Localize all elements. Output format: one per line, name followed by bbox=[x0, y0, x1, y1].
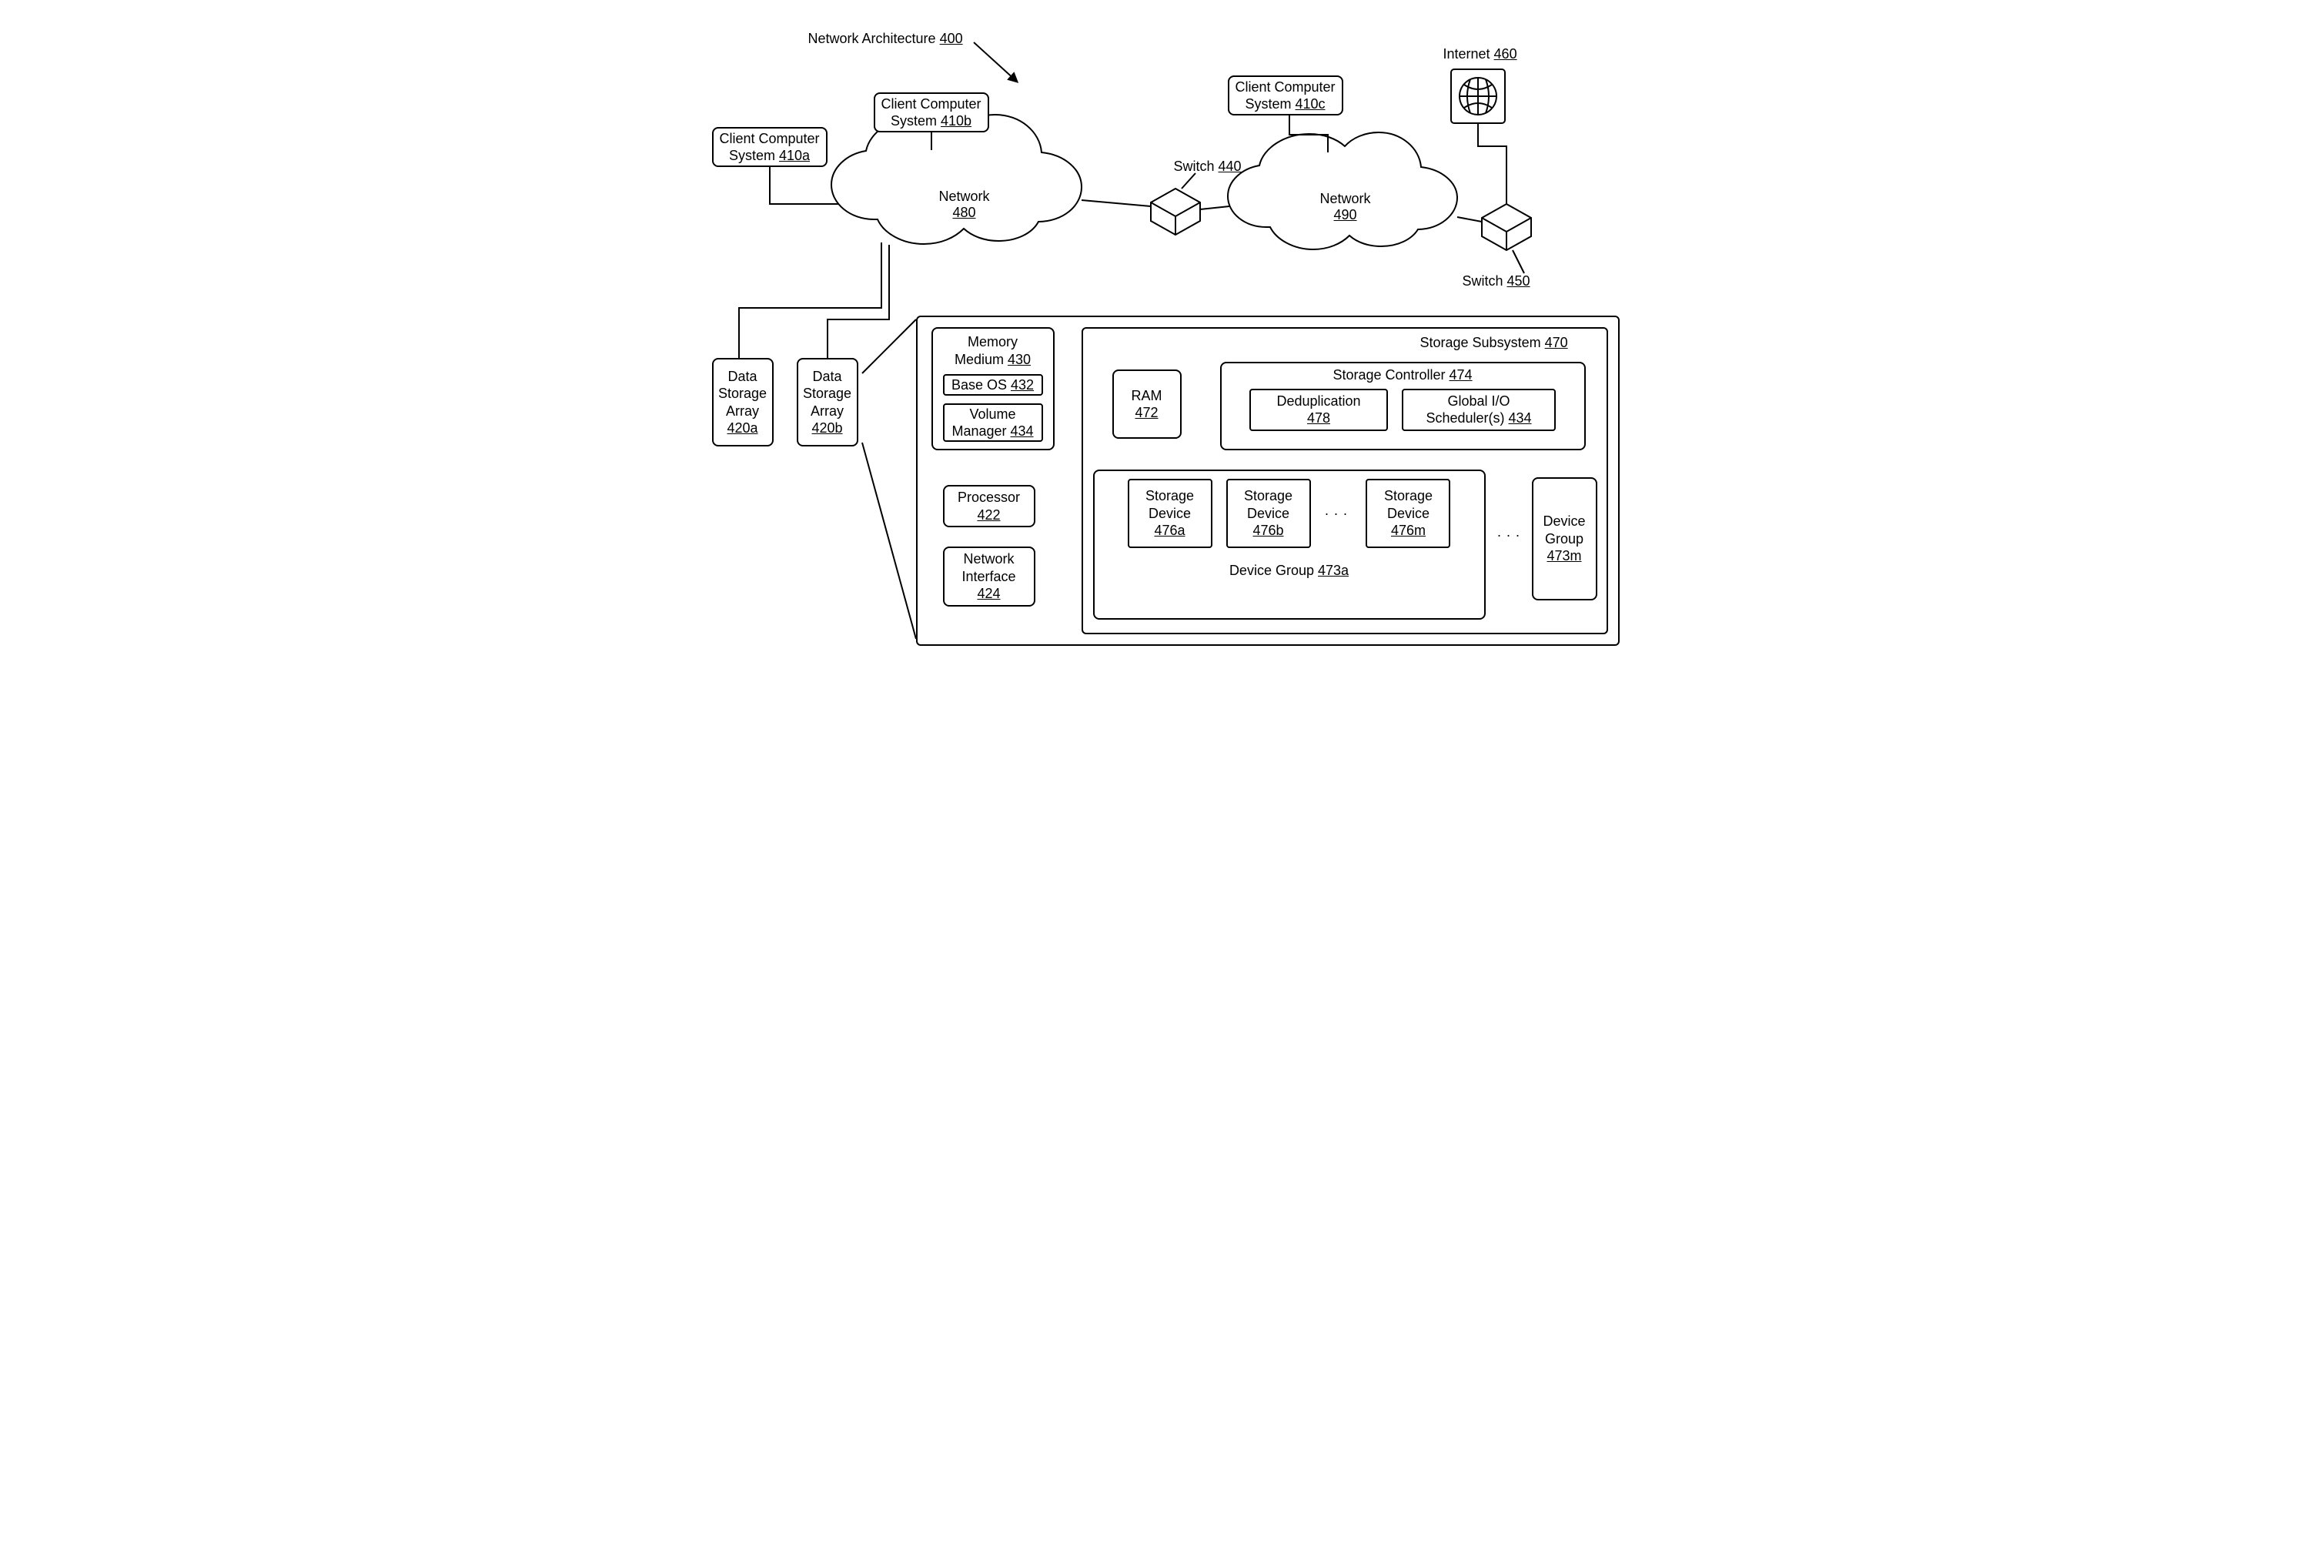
device-group-473a: StorageDevice476a StorageDevice476b ··· … bbox=[1093, 470, 1486, 620]
network-interface: NetworkInterface424 bbox=[943, 547, 1035, 607]
diagram-title: Network Architecture 400 bbox=[808, 31, 963, 47]
network-490-label: Network 490 bbox=[1320, 191, 1371, 223]
ram: RAM472 bbox=[1112, 369, 1182, 439]
storage-device-476m: StorageDevice476m bbox=[1366, 479, 1450, 548]
device-group-473a-label: Device Group 473a bbox=[1229, 562, 1349, 580]
network-480-label: Network 480 bbox=[939, 189, 990, 221]
global-io-scheduler: Global I/O Scheduler(s) 434 bbox=[1402, 389, 1556, 431]
storage-controller: Storage Controller 474 Deduplication478 … bbox=[1220, 362, 1586, 450]
internet-icon bbox=[1451, 69, 1505, 123]
switch-450-icon bbox=[1482, 204, 1531, 250]
client-410c: Client Computer System 410c bbox=[1228, 75, 1343, 115]
dsa-420b: DataStorageArray 420b bbox=[797, 358, 858, 446]
volume-manager: Volume Manager 434 bbox=[943, 403, 1043, 442]
device-group-473m: DeviceGroup473m bbox=[1532, 477, 1597, 600]
processor: Processor422 bbox=[943, 485, 1035, 527]
client-410b: Client Computer System 410b bbox=[874, 92, 989, 132]
diagram-canvas: Network Architecture 400 Internet 460 Cl… bbox=[681, 15, 1644, 670]
switch-440-icon bbox=[1151, 189, 1200, 235]
ellipsis-devices: ··· bbox=[1325, 505, 1353, 523]
storage-subsystem-label: Storage Subsystem 470 bbox=[1420, 335, 1568, 351]
deduplication: Deduplication478 bbox=[1249, 389, 1388, 431]
switch-450-label: Switch 450 bbox=[1463, 273, 1530, 289]
switch-440-label: Switch 440 bbox=[1174, 159, 1242, 175]
memory-medium: Memory Medium 430 Base OS 432 Volume Man… bbox=[931, 327, 1055, 450]
dsa-420a: DataStorageArray 420a bbox=[712, 358, 774, 446]
cloud-network-left bbox=[831, 115, 1082, 244]
storage-device-476a: StorageDevice476a bbox=[1128, 479, 1212, 548]
storage-device-476b: StorageDevice476b bbox=[1226, 479, 1311, 548]
internet-label: Internet 460 bbox=[1443, 46, 1517, 62]
client-410a: Client Computer System 410a bbox=[712, 127, 828, 167]
base-os: Base OS 432 bbox=[943, 374, 1043, 396]
ellipsis-groups: ··· bbox=[1497, 527, 1525, 543]
